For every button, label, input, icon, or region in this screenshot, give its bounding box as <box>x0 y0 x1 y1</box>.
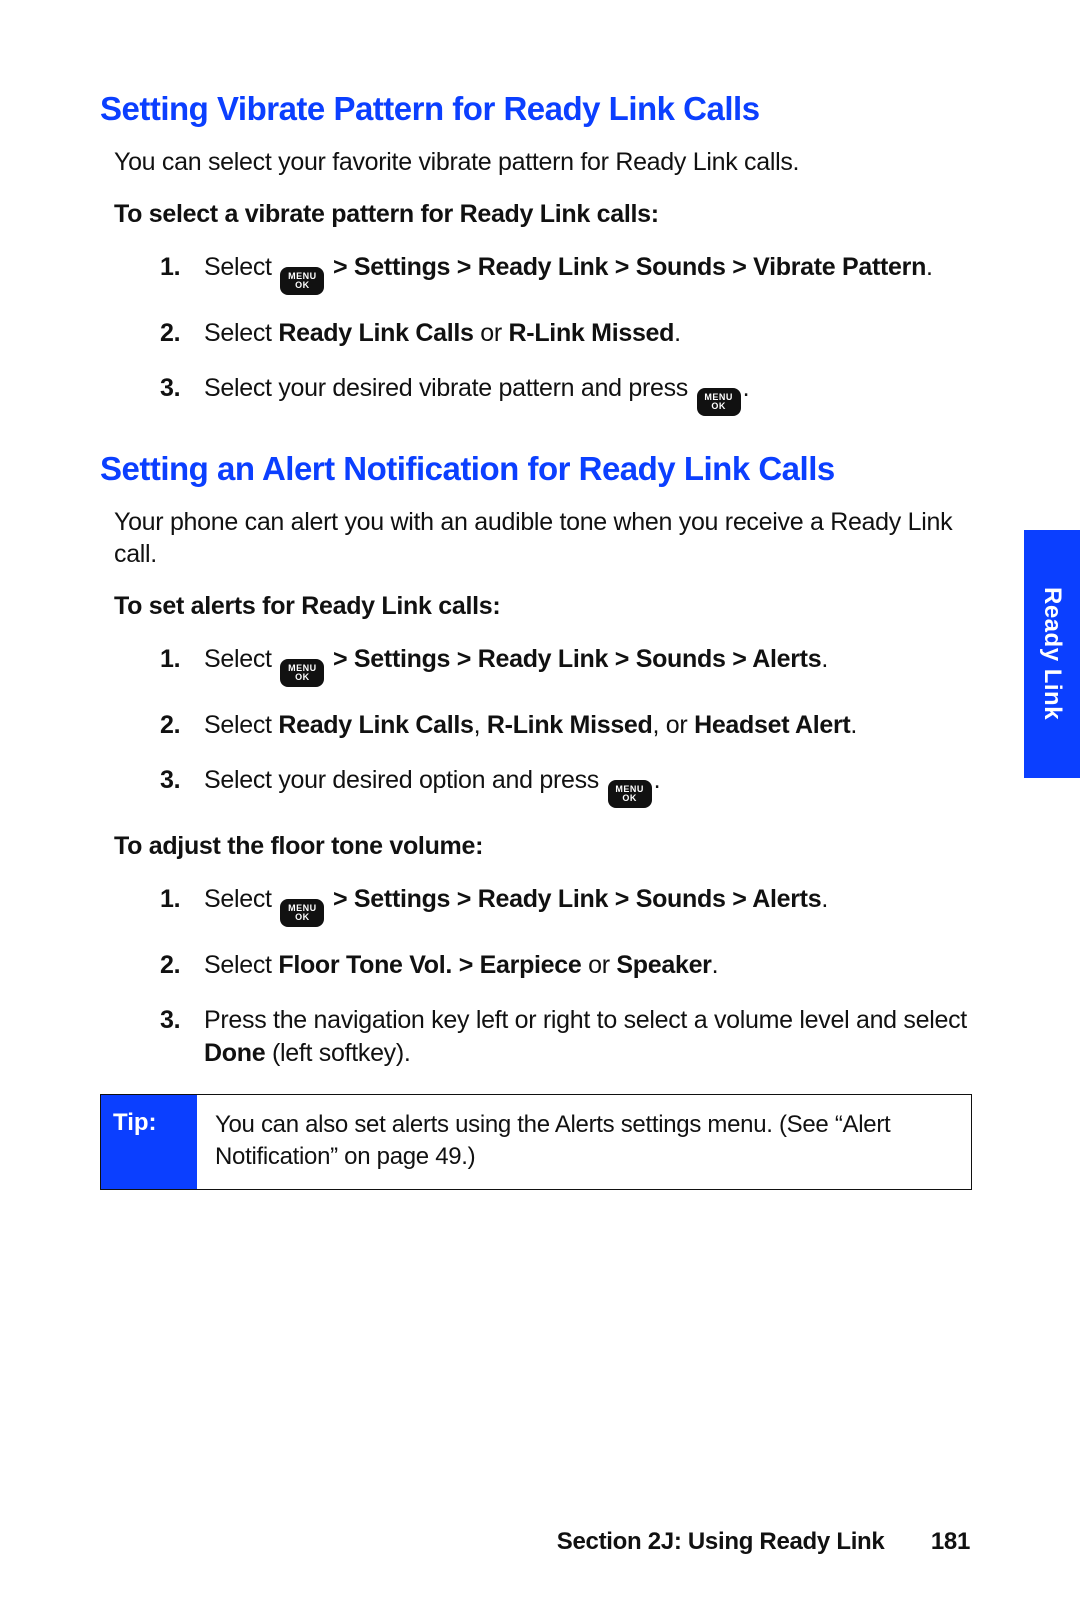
tip-text: You can also set alerts using the Alerts… <box>197 1095 971 1189</box>
menu-ok-icon: MENUOK <box>280 899 324 927</box>
subhead-select-vibrate: To select a vibrate pattern for Ready Li… <box>114 200 972 229</box>
step-text: or <box>474 319 509 347</box>
step-text: , or <box>653 711 695 739</box>
step-text: Select <box>204 951 278 979</box>
step-number: 1. <box>160 883 180 916</box>
step-text: Select <box>204 711 278 739</box>
tip-box: Tip: You can also set alerts using the A… <box>100 1094 972 1190</box>
side-tab-ready-link: Ready Link <box>1024 530 1080 778</box>
intro-vibrate: You can select your favorite vibrate pat… <box>114 146 972 178</box>
subhead-set-alerts: To set alerts for Ready Link calls: <box>114 592 972 621</box>
menu-ok-icon: MENUOK <box>280 659 324 687</box>
step-text: . <box>674 319 681 347</box>
menu-ok-icon: MENUOK <box>280 267 324 295</box>
step-number: 3. <box>160 372 180 405</box>
step-text: , <box>474 711 487 739</box>
list-item: 2. Select Ready Link Calls, R-Link Misse… <box>160 709 972 742</box>
step-text-bold: Headset Alert <box>694 711 850 739</box>
page-footer: Section 2J: Using Ready Link 181 <box>557 1528 970 1556</box>
step-text-bold: > Settings > Ready Link > Sounds > Vibra… <box>326 253 926 281</box>
menu-ok-icon: MENUOK <box>697 388 741 416</box>
step-text-bold: Ready Link Calls <box>278 711 473 739</box>
step-text: Select your desired option and press <box>204 766 606 794</box>
step-number: 3. <box>160 764 180 797</box>
steps-alerts: 1. Select MENUOK > Settings > Ready Link… <box>160 643 972 808</box>
list-item: 3. Select your desired option and press … <box>160 764 972 808</box>
side-tab-label: Ready Link <box>1038 587 1066 720</box>
step-text-bold: > Settings > Ready Link > Sounds > Alert… <box>326 885 821 913</box>
step-text-bold: Speaker <box>616 951 711 979</box>
step-text-bold: Done <box>204 1039 265 1067</box>
steps-floor-tone: 1. Select MENUOK > Settings > Ready Link… <box>160 883 972 1070</box>
step-text: Select your desired vibrate pattern and … <box>204 374 695 402</box>
step-text: . <box>850 711 857 739</box>
step-number: 2. <box>160 949 180 982</box>
menu-ok-icon: MENUOK <box>608 780 652 808</box>
intro-alert: Your phone can alert you with an audible… <box>114 506 972 570</box>
footer-section: Section 2J: Using Ready Link <box>557 1528 885 1555</box>
step-text: or <box>582 951 617 979</box>
step-text-bold: > Settings > Ready Link > Sounds > Alert… <box>326 645 821 673</box>
step-text: Press the navigation key left or right t… <box>204 1006 967 1034</box>
list-item: 3. Select your desired vibrate pattern a… <box>160 372 972 416</box>
step-text: . <box>654 766 661 794</box>
step-number: 2. <box>160 709 180 742</box>
step-text: . <box>821 645 828 673</box>
step-text: . <box>821 885 828 913</box>
step-text: . <box>926 253 933 281</box>
heading-vibrate-pattern: Setting Vibrate Pattern for Ready Link C… <box>100 90 972 128</box>
step-text: Select <box>204 253 278 281</box>
step-text-bold: Ready Link Calls <box>278 319 473 347</box>
footer-page-number: 181 <box>931 1528 970 1555</box>
step-text: . <box>743 374 750 402</box>
step-number: 3. <box>160 1004 180 1037</box>
heading-alert-notification: Setting an Alert Notification for Ready … <box>100 450 972 488</box>
step-text: Select <box>204 885 278 913</box>
step-text: (left softkey). <box>265 1039 410 1067</box>
step-number: 1. <box>160 251 180 284</box>
step-number: 2. <box>160 317 180 350</box>
list-item: 2. Select Ready Link Calls or R-Link Mis… <box>160 317 972 350</box>
step-text-bold: R-Link Missed <box>487 711 653 739</box>
step-number: 1. <box>160 643 180 676</box>
step-text-bold: R-Link Missed <box>509 319 675 347</box>
list-item: 1. Select MENUOK > Settings > Ready Link… <box>160 643 972 687</box>
tip-label: Tip: <box>101 1095 197 1189</box>
subhead-floor-tone: To adjust the floor tone volume: <box>114 832 972 861</box>
step-text: . <box>712 951 719 979</box>
steps-vibrate: 1. Select MENUOK > Settings > Ready Link… <box>160 251 972 416</box>
list-item: 1. Select MENUOK > Settings > Ready Link… <box>160 251 972 295</box>
list-item: 3. Press the navigation key left or righ… <box>160 1004 972 1070</box>
page: Ready Link Setting Vibrate Pattern for R… <box>0 0 1080 1620</box>
list-item: 1. Select MENUOK > Settings > Ready Link… <box>160 883 972 927</box>
step-text: Select <box>204 645 278 673</box>
list-item: 2. Select Floor Tone Vol. > Earpiece or … <box>160 949 972 982</box>
step-text-bold: Floor Tone Vol. > Earpiece <box>278 951 581 979</box>
step-text: Select <box>204 319 278 347</box>
